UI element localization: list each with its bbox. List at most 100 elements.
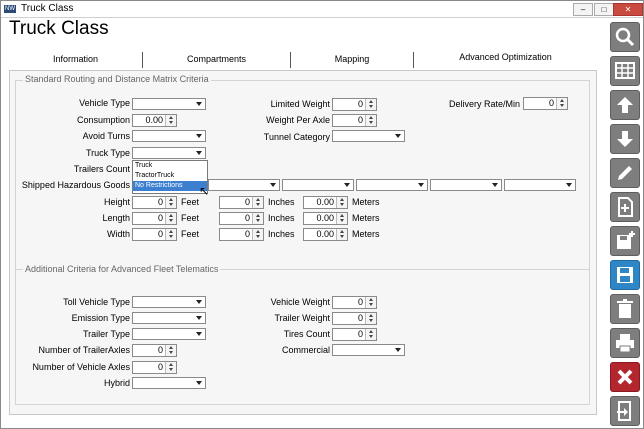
tab-information[interactable]: Information (9, 54, 142, 64)
vehicle-weight-stepper[interactable]: 0 (332, 296, 377, 309)
trailer-weight-label: Trailer Weight (274, 313, 330, 323)
trailer-type-label: Trailer Type (82, 329, 130, 339)
trash-icon (617, 299, 633, 318)
truck-type-select[interactable] (132, 147, 206, 159)
height-inches-stepper[interactable]: 0 (219, 196, 264, 209)
hybrid-label: Hybrid (103, 378, 130, 388)
vehicle-weight-label: Vehicle Weight (270, 297, 330, 307)
toll-vehicle-type-select[interactable] (132, 296, 206, 308)
window-title: Truck Class (21, 3, 74, 14)
hazardous-goods-select-4[interactable] (430, 179, 502, 191)
feet-unit-label: Feet (181, 197, 200, 207)
inches-unit-label: Inches (268, 213, 295, 223)
meters-unit-label: Meters (352, 197, 380, 207)
truck-type-option-truck[interactable]: Truck (133, 161, 207, 171)
exit-button[interactable] (610, 396, 640, 426)
save-button[interactable] (610, 260, 640, 290)
hybrid-select[interactable] (132, 377, 206, 389)
tab-advanced-optimization[interactable]: Advanced Optimization (414, 52, 597, 62)
commercial-select[interactable] (332, 344, 405, 356)
exit-icon (617, 401, 631, 421)
width-feet-stepper[interactable]: 0 (132, 228, 177, 241)
mouse-cursor-icon: ↖ (199, 184, 210, 198)
tab-mapping[interactable]: Mapping (291, 54, 413, 64)
app-logo-icon: NW (4, 5, 16, 13)
group-legend: Standard Routing and Distance Matrix Cri… (23, 74, 211, 84)
tab-compartments[interactable]: Compartments (143, 54, 290, 64)
commercial-label: Commercial (281, 345, 330, 355)
tab-bar: Information Compartments Mapping Advance… (9, 50, 597, 70)
window: NW Truck Class – □ ✕ Truck Class Informa… (0, 0, 644, 429)
emission-type-label: Emission Type (71, 313, 130, 323)
maximize-button[interactable]: □ (594, 3, 614, 16)
search-icon (615, 27, 635, 47)
tires-count-stepper[interactable]: 0 (332, 328, 377, 341)
height-feet-stepper[interactable]: 0 (132, 196, 177, 209)
consumption-label: Consumption (76, 115, 130, 125)
truck-type-option-tractortruck[interactable]: TractorTruck (133, 171, 207, 181)
emission-type-select[interactable] (132, 312, 206, 324)
feet-unit-label: Feet (181, 213, 200, 223)
maximize-icon: □ (601, 5, 607, 14)
hazardous-goods-label: Shipped Hazardous Goods (21, 180, 130, 190)
trailer-weight-stepper[interactable]: 0 (332, 312, 377, 325)
truck-type-label: Truck Type (85, 148, 130, 158)
meters-unit-label: Meters (352, 213, 380, 223)
trailer-type-select[interactable] (132, 328, 206, 340)
grid-icon (615, 62, 635, 79)
height-label: Height (103, 197, 130, 207)
print-button[interactable] (610, 328, 640, 358)
length-inches-stepper[interactable]: 0 (219, 212, 264, 225)
cancel-button[interactable] (610, 362, 640, 392)
hazardous-goods-select-3[interactable] (356, 179, 428, 191)
limited-weight-label: Limited Weight (270, 99, 330, 109)
inches-unit-label: Inches (268, 229, 295, 239)
hazardous-goods-select-2[interactable] (282, 179, 354, 191)
minimize-button[interactable]: – (573, 3, 593, 16)
consumption-stepper[interactable]: 0.00 (132, 114, 177, 127)
save-new-button[interactable] (610, 226, 640, 256)
vehicle-type-select[interactable] (132, 98, 206, 110)
close-icon (617, 369, 633, 385)
advanced-optimization-panel: Standard Routing and Distance Matrix Cri… (9, 70, 597, 415)
feet-unit-label: Feet (181, 229, 200, 239)
search-button[interactable] (610, 22, 640, 52)
edit-button[interactable] (610, 158, 640, 188)
limited-weight-stepper[interactable]: 0 (332, 98, 377, 111)
width-inches-stepper[interactable]: 0 (219, 228, 264, 241)
trailer-axles-stepper[interactable]: 0 (132, 344, 177, 357)
length-feet-stepper[interactable]: 0 (132, 212, 177, 225)
avoid-turns-select[interactable] (132, 130, 206, 142)
vehicle-axles-label: Number of Vehicle Axles (32, 362, 130, 372)
arrow-down-icon (617, 131, 633, 147)
trailer-axles-label: Number of TrailerAxles (38, 345, 130, 355)
toll-vehicle-type-label: Toll Vehicle Type (63, 297, 130, 307)
hazardous-goods-select-1[interactable] (208, 179, 280, 191)
weight-per-axle-label: Weight Per Axle (266, 115, 330, 125)
group-legend: Additional Criteria for Advanced Fleet T… (23, 264, 221, 274)
height-meters-stepper[interactable]: 0.00 (303, 196, 348, 209)
delete-button[interactable] (610, 294, 640, 324)
inches-unit-label: Inches (268, 197, 295, 207)
width-meters-stepper[interactable]: 0.00 (303, 228, 348, 241)
meters-unit-label: Meters (352, 229, 380, 239)
save-icon (617, 267, 633, 283)
move-up-button[interactable] (610, 90, 640, 120)
new-document-button[interactable] (610, 192, 640, 222)
length-label: Length (102, 213, 130, 223)
pencil-icon (618, 166, 632, 180)
move-down-button[interactable] (610, 124, 640, 154)
print-icon (616, 334, 634, 353)
tunnel-category-select[interactable] (332, 130, 405, 142)
weight-per-axle-stepper[interactable]: 0 (332, 114, 377, 127)
length-meters-stepper[interactable]: 0.00 (303, 212, 348, 225)
close-window-button[interactable]: ✕ (613, 3, 643, 16)
width-label: Width (106, 229, 130, 239)
tires-count-label: Tires Count (283, 329, 330, 339)
hazardous-goods-select-5[interactable] (504, 179, 576, 191)
truck-type-option-no-restrictions[interactable]: No Restrictions (133, 181, 207, 191)
delivery-rate-stepper[interactable]: 0 (523, 97, 568, 110)
grid-view-button[interactable] (610, 56, 640, 86)
vehicle-axles-stepper[interactable]: 0 (132, 361, 177, 374)
trailers-count-label: Trailers Count (73, 164, 130, 174)
